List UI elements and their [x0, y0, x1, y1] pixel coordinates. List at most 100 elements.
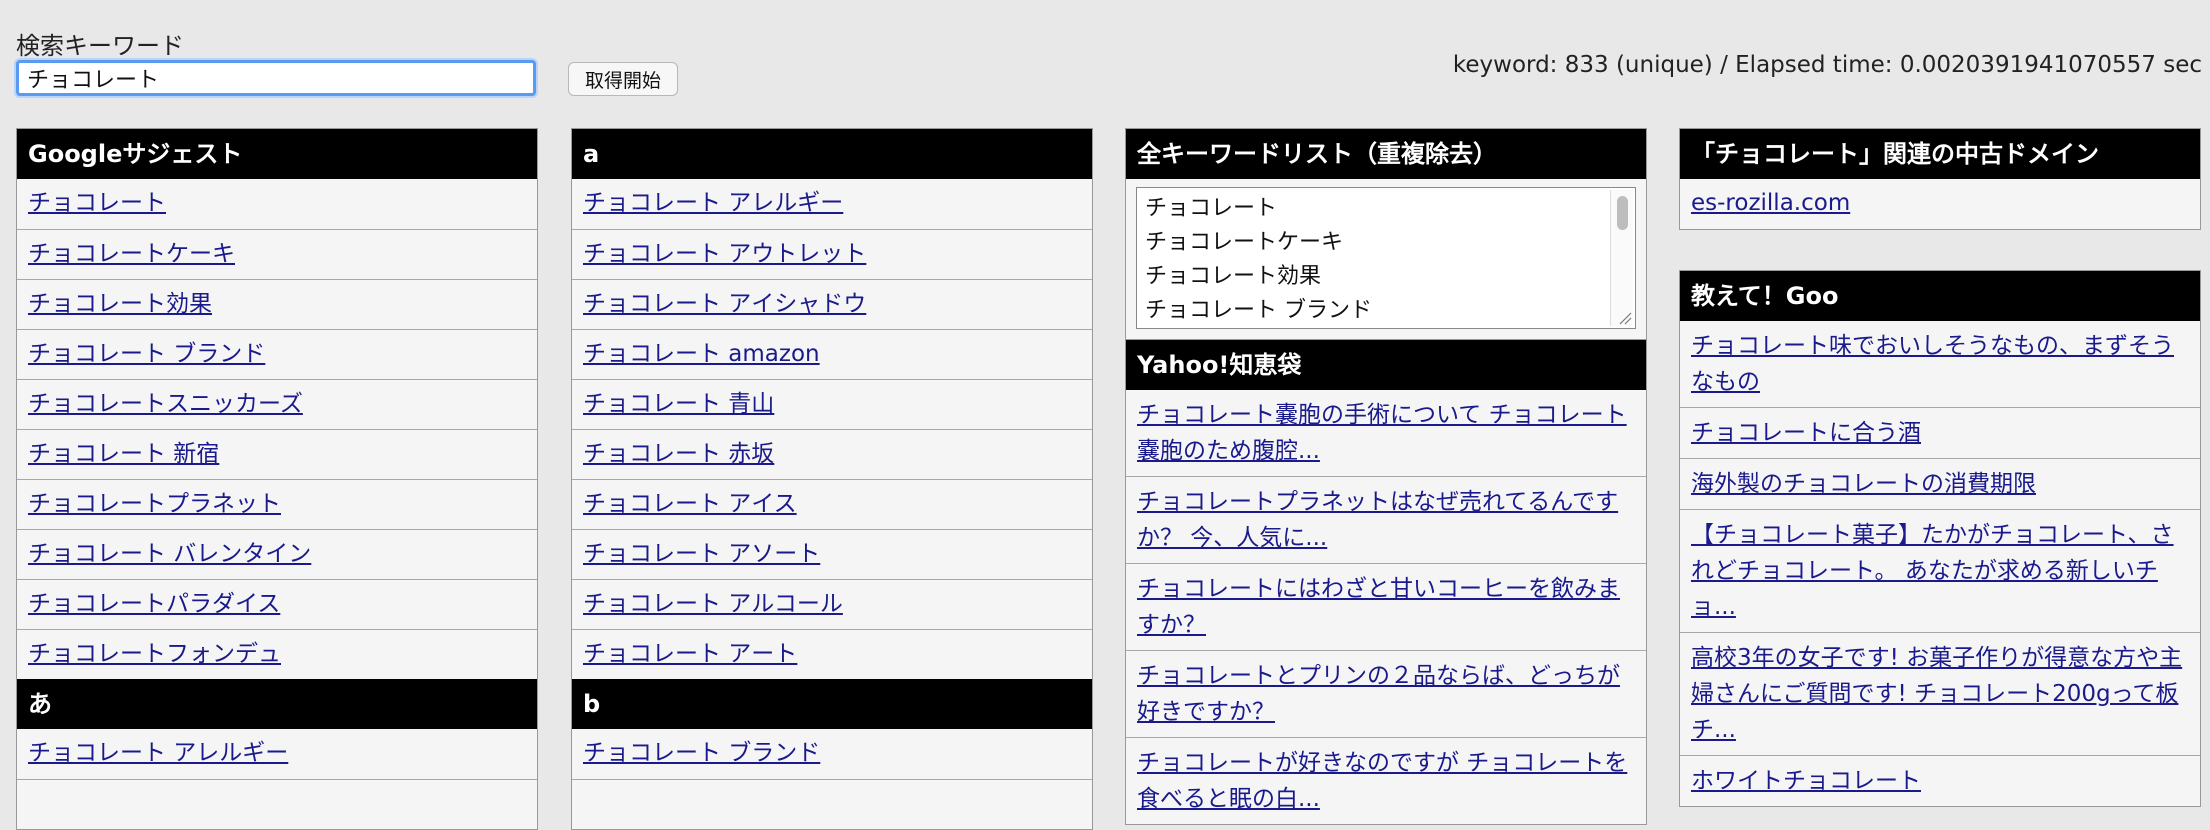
list-item: チョコレート アレルギー — [17, 729, 537, 779]
section-latin-a-list: チョコレート アレルギー チョコレート アウトレット チョコレート アイシャドウ… — [572, 179, 1092, 679]
keyword-list-title: 全キーワードリスト（重複除去） — [1126, 129, 1646, 179]
keyword-link[interactable]: チョコレート アウトレット — [583, 241, 866, 267]
google-suggest-list: チョコレート チョコレートケーキ チョコレート効果 チョコレート ブランド チョ… — [17, 179, 537, 679]
question-link[interactable]: チョコレートにはわざと甘いコーヒーを飲みますか？ — [1137, 576, 1620, 638]
scrollbar-thumb[interactable] — [1617, 196, 1628, 230]
list-item: チョコレート 赤坂 — [572, 429, 1092, 479]
stats-text: keyword: 833 (unique) / Elapsed time: 0.… — [1452, 52, 2202, 78]
list-item: チョコレート嚢胞の手術について チョコレート嚢胞のため腹腔... — [1126, 390, 1646, 476]
list-item: 海外製のチョコレートの消費期限 — [1680, 458, 2200, 509]
list-item: チョコレート ブランド — [572, 729, 1092, 779]
list-item: チョコレート 青山 — [572, 379, 1092, 429]
list-item: チョコレートスニッカーズ — [17, 379, 537, 429]
start-button[interactable]: 取得開始 — [568, 62, 678, 96]
list-item: チョコレート amazon — [572, 329, 1092, 379]
keyword-link[interactable]: チョコレート ブランド — [583, 740, 820, 766]
column-1: Googleサジェスト チョコレート チョコレートケーキ チョコレート効果 チョ… — [16, 128, 538, 830]
listbox-option: チョコレート — [1145, 196, 1278, 221]
keyword-listbox[interactable]: チョコレート チョコレートケーキ チョコレート効果 チョコレート ブランド — [1136, 187, 1636, 329]
list-item: チョコレートプラネットはなぜ売れてるんですか？ 今、人気に... — [1126, 476, 1646, 563]
column-4: 「チョコレート」関連の中古ドメイン es-rozilla.com 教えて！Goo… — [1679, 128, 2201, 807]
keyword-link[interactable]: チョコレート アート — [583, 641, 797, 667]
keyword-link[interactable]: チョコレート アイス — [583, 491, 797, 517]
list-item: チョコレート アイシャドウ — [572, 279, 1092, 329]
question-link[interactable]: チョコレート味でおいしそうなもの、まずそうなもの — [1691, 333, 2174, 395]
keyword-link[interactable]: チョコレート 新宿 — [28, 441, 219, 467]
list-item: チョコレート ブランド — [17, 329, 537, 379]
question-link[interactable]: 【チョコレート菓子】たかがチョコレート、されどチョコレート。 あなたが求める新し… — [1691, 522, 2174, 620]
keyword-link[interactable]: チョコレート アレルギー — [583, 190, 843, 216]
question-link[interactable]: チョコレートプラネットはなぜ売れてるんですか？ 今、人気に... — [1137, 489, 1618, 551]
list-item: チョコレート アルコール — [572, 579, 1092, 629]
google-suggest-title: Googleサジェスト — [17, 129, 537, 179]
question-link[interactable]: チョコレートが好きなのですが チョコレートを食べると眠の白... — [1137, 750, 1627, 812]
question-link[interactable]: 海外製のチョコレートの消費期限 — [1691, 471, 2036, 497]
search-input[interactable] — [16, 60, 536, 96]
list-item: ホワイトチョコレート — [1680, 755, 2200, 806]
keyword-link[interactable]: チョコレート アレルギー — [28, 740, 288, 766]
list-item: チョコレート味でおいしそうなもの、まずそうなもの — [1680, 321, 2200, 407]
question-link[interactable]: チョコレート嚢胞の手術について チョコレート嚢胞のため腹腔... — [1137, 402, 1627, 464]
keyword-listbox-wrap: チョコレート チョコレートケーキ チョコレート効果 チョコレート ブランド — [1126, 179, 1646, 339]
listbox-option: チョコレート効果 — [1145, 264, 1322, 289]
column-3: 全キーワードリスト（重複除去） チョコレート チョコレートケーキ チョコレート効… — [1125, 128, 1647, 825]
keyword-link[interactable]: チョコレート アイシャドウ — [583, 291, 866, 317]
list-item — [572, 779, 1092, 829]
listbox-option: チョコレート ブランド — [1145, 298, 1372, 323]
section-latin-a-title: a — [572, 129, 1092, 179]
list-item: チョコレート アソート — [572, 529, 1092, 579]
list-item: チョコレートにはわざと甘いコーヒーを飲みますか？ — [1126, 563, 1646, 650]
oshiete-goo-title: 教えて！Goo — [1680, 271, 2200, 321]
list-item — [17, 779, 537, 829]
keyword-link[interactable]: チョコレート amazon — [583, 341, 820, 367]
list-item: チョコレートが好きなのですが チョコレートを食べると眠の白... — [1126, 737, 1646, 824]
keyword-link[interactable]: チョコレートパラダイス — [28, 591, 280, 617]
section-a-list: チョコレート アレルギー — [17, 729, 537, 829]
list-item: チョコレートケーキ — [17, 229, 537, 279]
list-item: チョコレート アート — [572, 629, 1092, 679]
list-item: チョコレートフォンデュ — [17, 629, 537, 679]
section-latin-b-list: チョコレート ブランド — [572, 729, 1092, 829]
question-link[interactable]: 高校3年の女子です! お菓子作りが得意な方や主婦さんにご質問です! チョコレート… — [1691, 645, 2182, 743]
question-link[interactable]: チョコレートとプリンの２品ならば、どっちが好きですか？ — [1137, 663, 1620, 725]
keyword-link[interactable]: チョコレートスニッカーズ — [28, 391, 303, 417]
question-link[interactable]: チョコレートに合う酒 — [1691, 420, 1921, 446]
resize-handle-icon[interactable] — [1618, 311, 1632, 325]
used-domains-panel: 「チョコレート」関連の中古ドメイン es-rozilla.com — [1679, 128, 2201, 230]
domain-link[interactable]: es-rozilla.com — [1691, 190, 1850, 216]
list-item: チョコレートに合う酒 — [1680, 407, 2200, 458]
list-item: チョコレートとプリンの２品ならば、どっちが好きですか？ — [1126, 650, 1646, 737]
keyword-link[interactable]: チョコレート — [28, 190, 166, 216]
search-label: 検索キーワード — [16, 32, 184, 60]
keyword-link[interactable]: チョコレート 赤坂 — [583, 441, 774, 467]
listbox-scrollbar[interactable] — [1610, 190, 1633, 326]
keyword-list-panel: 全キーワードリスト（重複除去） チョコレート チョコレートケーキ チョコレート効… — [1125, 128, 1647, 340]
oshiete-goo-panel: 教えて！Goo チョコレート味でおいしそうなもの、まずそうなもの チョコレートに… — [1679, 270, 2201, 807]
list-item: チョコレート アレルギー — [572, 179, 1092, 229]
oshiete-goo-list: チョコレート味でおいしそうなもの、まずそうなもの チョコレートに合う酒 海外製の… — [1680, 321, 2200, 806]
keyword-link[interactable]: チョコレートフォンデュ — [28, 641, 281, 667]
list-item: チョコレート アウトレット — [572, 229, 1092, 279]
list-item: チョコレート バレンタイン — [17, 529, 537, 579]
keyword-link[interactable]: チョコレートプラネット — [28, 491, 281, 517]
google-suggest-panel: Googleサジェスト チョコレート チョコレートケーキ チョコレート効果 チョ… — [16, 128, 538, 830]
keyword-link[interactable]: チョコレート 青山 — [583, 391, 774, 417]
keyword-link[interactable]: チョコレート アソート — [583, 541, 820, 567]
keyword-link[interactable]: チョコレートケーキ — [28, 241, 235, 267]
keyword-link[interactable]: チョコレート バレンタイン — [28, 541, 311, 567]
yahoo-chiebukuro-title: Yahoo!知恵袋 — [1126, 340, 1646, 390]
list-item: チョコレートパラダイス — [17, 579, 537, 629]
list-item: es-rozilla.com — [1680, 179, 2200, 229]
question-link[interactable]: ホワイトチョコレート — [1691, 768, 1921, 794]
keyword-link[interactable]: チョコレート アルコール — [583, 591, 843, 617]
list-item: 高校3年の女子です! お菓子作りが得意な方や主婦さんにご質問です! チョコレート… — [1680, 632, 2200, 755]
section-latin-b-title: b — [572, 679, 1092, 729]
used-domains-list: es-rozilla.com — [1680, 179, 2200, 229]
keyword-link[interactable]: チョコレート効果 — [28, 291, 212, 317]
used-domains-title: 「チョコレート」関連の中古ドメイン — [1680, 129, 2200, 179]
list-item: チョコレート 新宿 — [17, 429, 537, 479]
list-item: チョコレートプラネット — [17, 479, 537, 529]
column-2: a チョコレート アレルギー チョコレート アウトレット チョコレート アイシャ… — [571, 128, 1093, 830]
keyword-link[interactable]: チョコレート ブランド — [28, 341, 265, 367]
list-item: チョコレート アイス — [572, 479, 1092, 529]
